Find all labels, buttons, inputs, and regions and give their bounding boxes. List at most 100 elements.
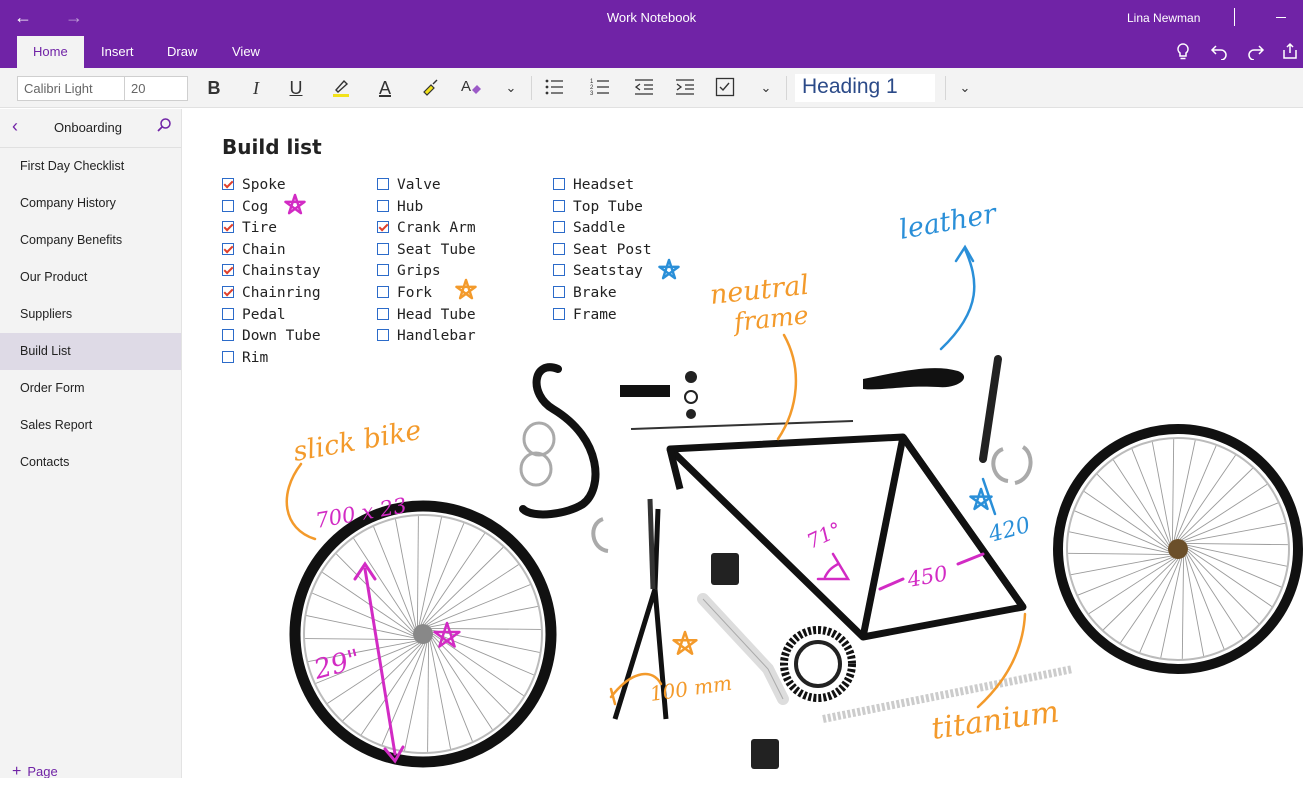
stem (620, 385, 670, 397)
page-item-sales-report[interactable]: Sales Report (0, 407, 181, 444)
bottom-strip (0, 778, 1303, 800)
ink-titanium: titanium (929, 694, 1061, 747)
note-canvas[interactable]: Build list Spoke Cog Tire Chain Chainstay Cha… (183, 109, 1303, 778)
spoke (1184, 555, 1205, 657)
star-icon (284, 193, 306, 215)
font-color-button[interactable]: A (373, 76, 397, 100)
todo-tag-icon[interactable] (713, 76, 737, 100)
tab-view[interactable]: View (232, 44, 260, 59)
spoke (427, 642, 430, 752)
share-icon[interactable] (1281, 42, 1299, 65)
svg-text:A: A (461, 78, 471, 95)
spoke (418, 517, 442, 625)
handlebar (519, 363, 600, 519)
ink-top-length: 450 (905, 561, 950, 592)
bullet-list-icon[interactable] (542, 76, 566, 100)
bike-frame (666, 433, 1027, 641)
page-item-company-benefits[interactable]: Company Benefits (0, 222, 181, 259)
page-item-our-product[interactable]: Our Product (0, 259, 181, 296)
more-list-chevron-icon[interactable]: ⌄ (758, 76, 774, 100)
minimize-icon[interactable] (1276, 17, 1286, 18)
notebook-title: Work Notebook (606, 10, 697, 25)
pedal (751, 739, 779, 769)
seat-post (979, 355, 1002, 463)
font-name-field[interactable]: Calibri Light (17, 76, 125, 101)
spoke (305, 638, 415, 641)
spoke (432, 635, 510, 715)
decrease-indent-icon[interactable] (632, 76, 656, 100)
saddle (863, 368, 965, 390)
user-name[interactable]: Lina Newman (1127, 11, 1200, 25)
spoke (1181, 557, 1185, 659)
brake (991, 445, 1033, 485)
page-item-first-day-checklist[interactable]: First Day Checklist (0, 148, 181, 185)
spoke (1160, 558, 1183, 658)
clear-formatting-icon[interactable]: A (458, 76, 484, 100)
lightbulb-icon[interactable] (1175, 42, 1191, 67)
star-icon (455, 278, 477, 300)
tab-draw[interactable]: Draw (167, 44, 197, 59)
search-icon[interactable] (156, 117, 172, 138)
ink-slick-bike: slick bike (291, 415, 424, 468)
spoke (404, 643, 428, 751)
pedal (711, 553, 739, 585)
page-item-order-form[interactable]: Order Form (0, 370, 181, 407)
back-chevron-icon[interactable]: ‹ (12, 116, 18, 137)
style-dropdown-chevron-icon[interactable]: ⌄ (957, 76, 973, 100)
italic-button[interactable]: I (247, 76, 265, 100)
redo-icon[interactable] (1247, 42, 1265, 65)
spoke (416, 516, 419, 626)
format-painter-icon[interactable] (419, 76, 443, 100)
bold-button[interactable]: B (205, 76, 223, 100)
title-bar: ← → Work Notebook Lina Newman (0, 0, 1303, 36)
underline-button[interactable]: U (287, 76, 305, 100)
spoke (1068, 552, 1170, 556)
tab-insert[interactable]: Insert (101, 44, 134, 59)
tab-home[interactable]: Home (17, 36, 84, 68)
spoke (1069, 531, 1169, 554)
spoke (1151, 441, 1172, 543)
brake-cable (630, 420, 854, 430)
spoke (429, 640, 451, 749)
highlighter-icon[interactable] (329, 76, 353, 100)
increase-indent-icon[interactable] (673, 76, 697, 100)
headset (685, 371, 697, 383)
font-size-field[interactable]: 20 (124, 76, 188, 101)
spoke (1187, 544, 1287, 567)
ribbon-tabs: Home Insert Draw View (0, 36, 1303, 68)
page-item-company-history[interactable]: Company History (0, 185, 181, 222)
star-icon (433, 621, 461, 648)
rear-wheel (289, 500, 557, 768)
font-color-glyph: A (378, 78, 391, 98)
spoke (424, 547, 504, 625)
grip (522, 421, 556, 457)
toolbar-divider (945, 76, 946, 100)
front-wheel (1053, 424, 1303, 674)
pages-sidebar: ‹ Onboarding First Day Checklist Company… (0, 109, 182, 800)
spoke (1173, 440, 1196, 540)
page-item-contacts[interactable]: Contacts (0, 444, 181, 481)
undo-icon[interactable] (1210, 42, 1228, 65)
page-item-build-list[interactable]: Build List (0, 333, 181, 370)
star-icon (672, 630, 698, 655)
grip (519, 451, 553, 487)
toolbar-divider (531, 76, 532, 100)
section-title[interactable]: Onboarding (54, 120, 122, 135)
numbered-list-icon[interactable]: 123 (588, 76, 612, 100)
formatting-toolbar: Calibri Light 20 B I U A A ⌄ 123 ⌄ Headi… (0, 68, 1303, 108)
ink-seat-length: 420 (985, 513, 1033, 548)
spoke (1171, 439, 1175, 541)
spoke (306, 615, 414, 639)
ink-angle: 71° (803, 517, 845, 554)
chainring (780, 626, 856, 702)
ink-leather: leather (897, 198, 1001, 246)
bike-parts-photo: leather neutral frame slick bike 700 x 2… (284, 193, 1303, 769)
svg-text:3: 3 (590, 91, 594, 97)
brake (591, 517, 609, 553)
spoke (395, 519, 417, 628)
ink-wheel-size: 29" (310, 644, 364, 686)
more-format-chevron-icon[interactable]: ⌄ (503, 76, 519, 100)
page-item-suppliers[interactable]: Suppliers (0, 296, 181, 333)
style-selector[interactable]: Heading 1 (795, 74, 935, 102)
star-icon (658, 258, 680, 280)
